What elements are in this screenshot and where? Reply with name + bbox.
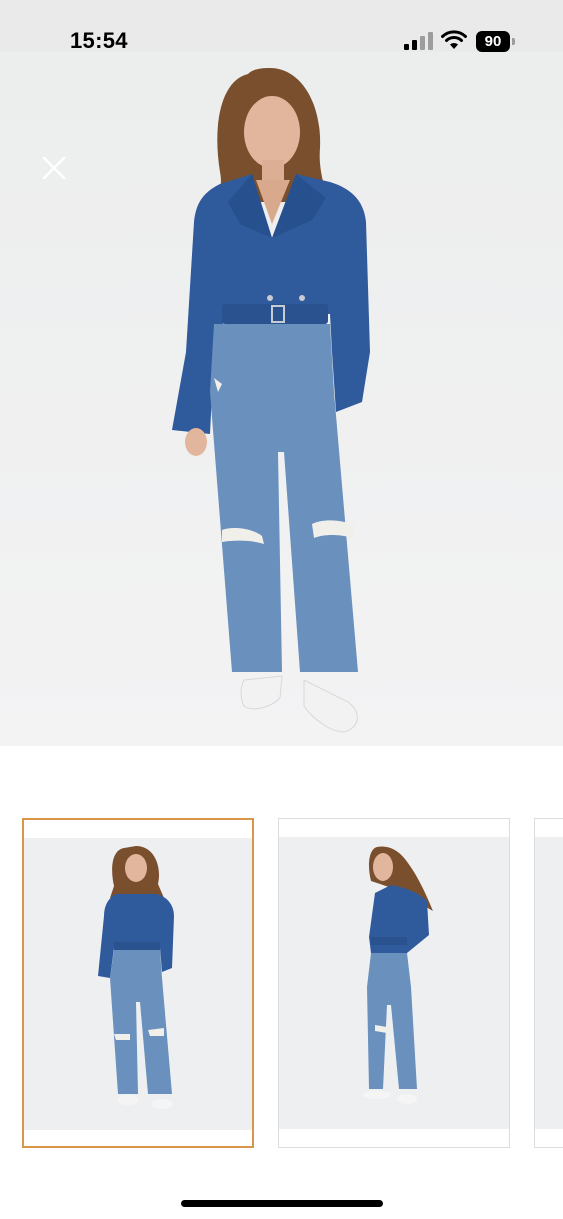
cellular-signal-icon xyxy=(404,32,433,50)
battery-level: 90 xyxy=(484,33,502,50)
close-icon xyxy=(42,156,66,180)
thumbnail-image-front xyxy=(24,838,252,1130)
model-front-thumbnail xyxy=(98,846,174,1109)
thumbnail-2[interactable] xyxy=(278,818,510,1148)
thumbnail-3[interactable] xyxy=(534,818,563,1148)
model-side-thumbnail xyxy=(363,846,433,1104)
battery-icon: 90 xyxy=(476,31,518,52)
thumbnail-1-selected[interactable] xyxy=(22,818,254,1148)
status-bar: 15:54 90 xyxy=(0,0,563,53)
close-button[interactable] xyxy=(36,150,72,186)
model-front-illustration xyxy=(0,52,563,746)
battery-tip xyxy=(512,38,515,45)
thumbnail-image-back xyxy=(535,837,563,1129)
status-time: 15:54 xyxy=(70,28,128,53)
thumbnail-image-side xyxy=(279,837,509,1129)
main-product-image[interactable] xyxy=(0,52,563,746)
wifi-icon xyxy=(441,30,467,49)
home-indicator[interactable] xyxy=(181,1200,383,1207)
